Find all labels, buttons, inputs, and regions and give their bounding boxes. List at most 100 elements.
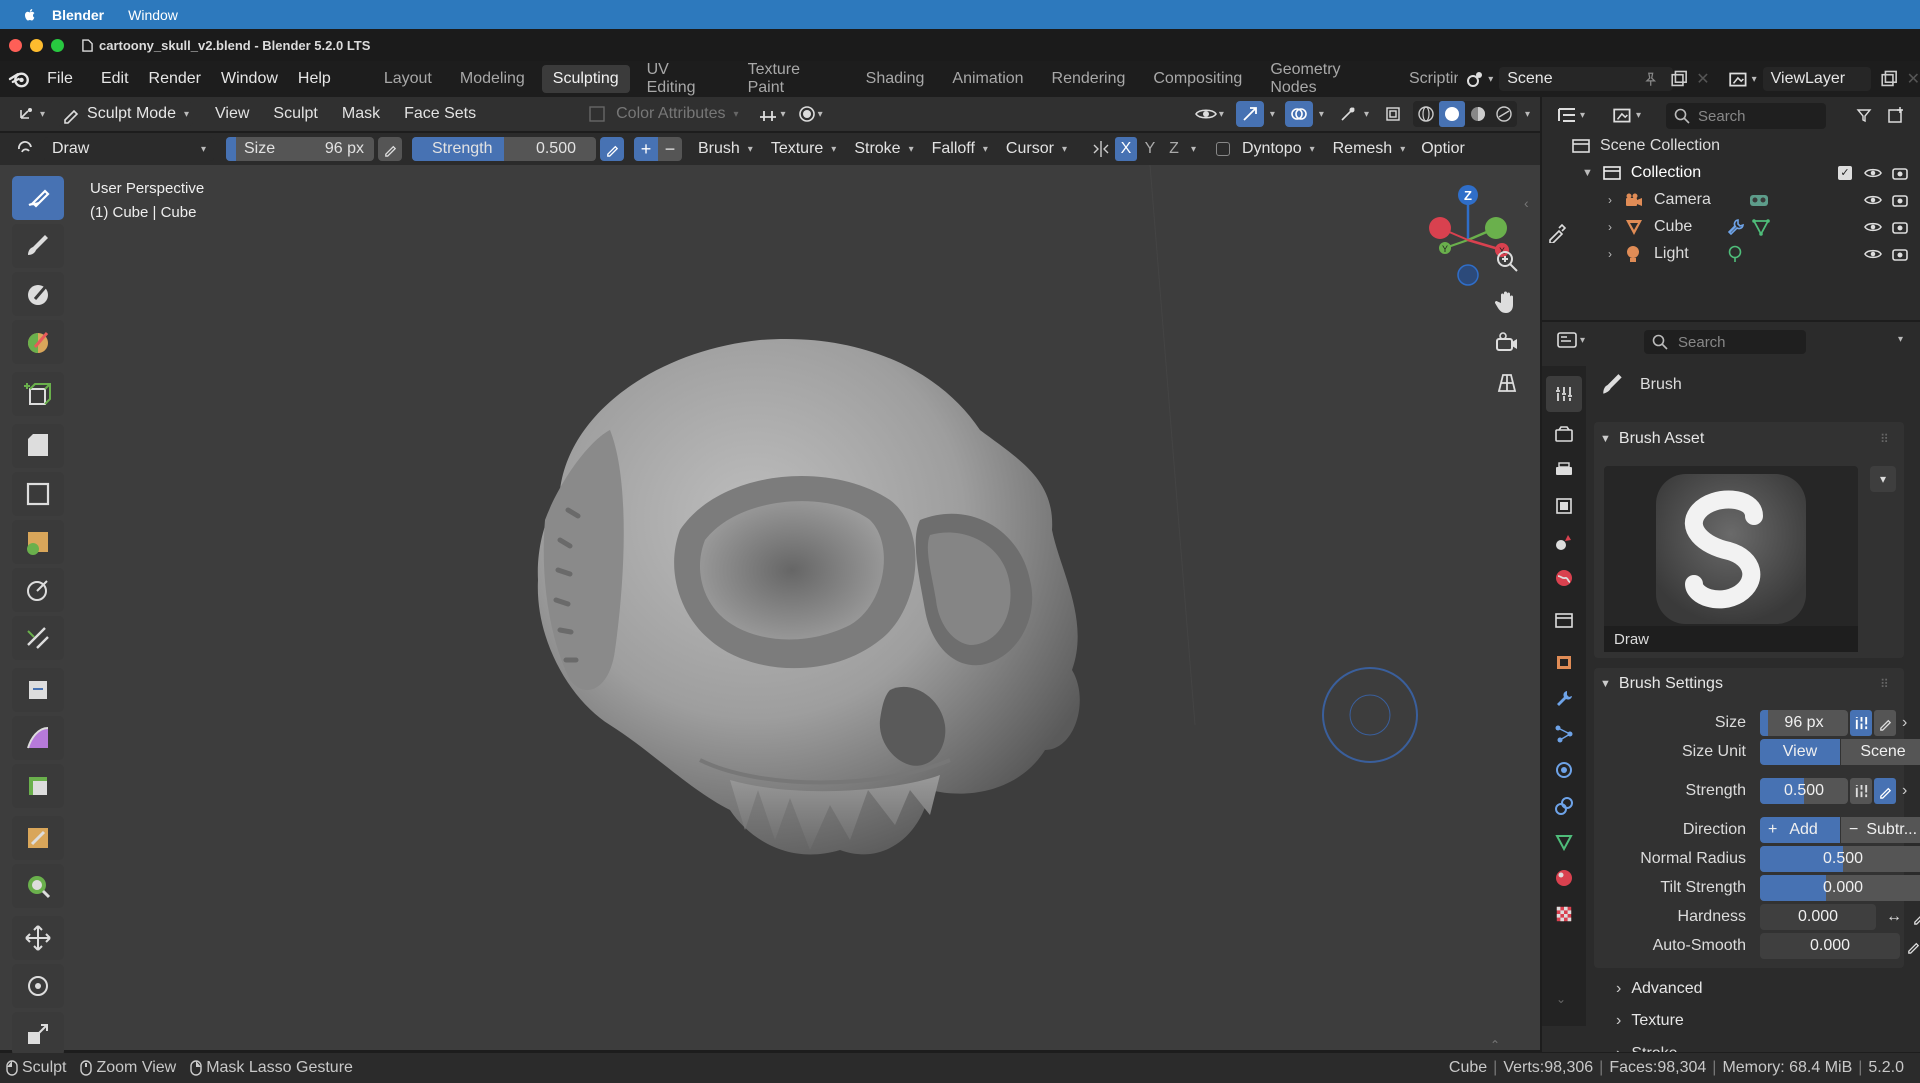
proportional-dropdown[interactable]: ▾: [792, 105, 829, 123]
strength-pressure-toggle[interactable]: [600, 137, 624, 161]
outliner-search-input[interactable]: Search: [1666, 103, 1826, 129]
color-attributes-dropdown[interactable]: Color Attributes ▾: [576, 105, 750, 123]
mode-selector[interactable]: Sculpt Mode ▾: [57, 102, 193, 126]
tool-move[interactable]: [12, 916, 64, 960]
strength-slider[interactable]: Strength 0.500: [412, 137, 596, 161]
menu-sculpt[interactable]: Sculpt: [261, 105, 329, 123]
menu-view[interactable]: View: [203, 105, 261, 123]
tab-constraints[interactable]: [1546, 788, 1582, 824]
render-camera-icon[interactable]: [1892, 192, 1908, 208]
shading-dropdown[interactable]: ▾: [1525, 109, 1530, 120]
tab-rendering[interactable]: Rendering: [1041, 65, 1137, 93]
close-window-button[interactable]: [9, 38, 22, 52]
normal-radius-field[interactable]: 0.500: [1760, 846, 1920, 872]
camera-view-icon[interactable]: [1494, 330, 1520, 356]
tool-cloth-filter[interactable]: [12, 716, 64, 760]
tool-line-project[interactable]: [12, 616, 64, 660]
hardness-invert-icon[interactable]: ↔: [1882, 908, 1906, 926]
size-pressure-button[interactable]: [1850, 710, 1872, 736]
pin-icon[interactable]: [1643, 71, 1658, 87]
outliner-item-camera[interactable]: › Camera: [1542, 186, 1920, 213]
properties-options-dropdown[interactable]: ▾: [1898, 334, 1903, 345]
camera-expand-icon[interactable]: ›: [1608, 193, 1612, 207]
brush-asset-header[interactable]: ▼ Brush Asset ⠿: [1598, 425, 1898, 453]
tool-mask[interactable]: [12, 272, 64, 316]
auto-smooth-pen-button[interactable]: [1902, 933, 1920, 959]
tab-geometry-nodes[interactable]: Geometry Nodes: [1259, 56, 1398, 102]
dyntopo-checkbox[interactable]: [1216, 142, 1230, 156]
size-unit-view-button[interactable]: View: [1760, 739, 1840, 765]
tool-mesh-filter-2[interactable]: [12, 668, 64, 712]
size-slider[interactable]: Size 96 px: [226, 137, 374, 161]
menu-edit[interactable]: Edit: [91, 70, 139, 88]
tab-render[interactable]: [1546, 416, 1582, 452]
tab-texture[interactable]: [1546, 896, 1582, 932]
zoom-icon[interactable]: [1494, 248, 1520, 274]
tool-draw[interactable]: [12, 176, 64, 220]
size-pen-button[interactable]: [1874, 710, 1896, 736]
xray-dropdown[interactable]: ▾: [1364, 109, 1369, 120]
stroke-menu[interactable]: Stroke ▾: [854, 140, 913, 158]
outliner-item-cube[interactable]: › Cube: [1542, 213, 1920, 240]
size-field[interactable]: 96 px: [1760, 710, 1848, 736]
menu-mask[interactable]: Mask: [330, 105, 392, 123]
sidebar-toggle-icon[interactable]: ‹: [1524, 195, 1529, 211]
auto-smooth-field[interactable]: 0.000: [1760, 933, 1900, 959]
tab-particles[interactable]: [1546, 716, 1582, 752]
texture-menu[interactable]: Texture ▾: [771, 140, 837, 158]
tab-scripting[interactable]: Scriptin: [1398, 65, 1458, 93]
size-pressure-toggle[interactable]: [378, 137, 402, 161]
tab-tool[interactable]: [1546, 376, 1582, 412]
render-camera-icon[interactable]: [1892, 246, 1908, 262]
tabs-scroll-down-icon[interactable]: ⌄: [1556, 992, 1566, 1006]
hardness-pen-button[interactable]: [1908, 904, 1920, 930]
xray-toggle[interactable]: [1334, 105, 1362, 123]
tool-face-set[interactable]: [12, 320, 64, 364]
tab-texture-paint[interactable]: Texture Paint: [737, 56, 849, 102]
panel-drag-handle-icon[interactable]: ⠿: [1880, 432, 1889, 446]
blender-logo-icon[interactable]: [8, 69, 31, 89]
new-collection-button[interactable]: [1886, 105, 1906, 129]
strength-expand-icon[interactable]: ›: [1902, 782, 1907, 800]
shading-material-button[interactable]: [1465, 101, 1491, 127]
tab-layout[interactable]: Layout: [373, 65, 443, 93]
stroke-subpanel[interactable]: ›Stroke: [1616, 1040, 1678, 1052]
apple-icon[interactable]: [22, 7, 38, 23]
tab-scene[interactable]: [1546, 524, 1582, 560]
collection-row[interactable]: ▼ Collection ✓: [1542, 159, 1920, 186]
tab-animation[interactable]: Animation: [941, 65, 1034, 93]
tab-modifiers[interactable]: [1546, 680, 1582, 716]
minimize-window-button[interactable]: [30, 38, 43, 52]
asset-shelf-toggle-icon[interactable]: ⌃: [1490, 1038, 1500, 1052]
visibility-dropdown[interactable]: ▾: [1189, 106, 1230, 122]
tilt-strength-field[interactable]: 0.000: [1760, 875, 1920, 901]
zoom-window-button[interactable]: [51, 38, 64, 52]
tool-scale[interactable]: [12, 1012, 64, 1056]
advanced-subpanel[interactable]: › Advanced: [1616, 975, 1916, 1003]
tab-data[interactable]: [1546, 824, 1582, 860]
gizmo-toggle[interactable]: [1235, 101, 1264, 127]
tool-color-filter[interactable]: [12, 764, 64, 808]
light-expand-icon[interactable]: ›: [1608, 247, 1612, 261]
brush-menu[interactable]: Brush ▾: [698, 140, 753, 158]
scene-selector[interactable]: ▾: [1464, 69, 1493, 89]
strength-field[interactable]: 0.500: [1760, 778, 1848, 804]
symmetry-z-toggle[interactable]: Z: [1163, 137, 1185, 161]
delete-view-layer-icon[interactable]: ✕: [1907, 69, 1920, 89]
size-unit-scene-button[interactable]: Scene: [1841, 739, 1920, 765]
tab-sculpting[interactable]: Sculpting: [541, 65, 630, 93]
properties-editor-type[interactable]: ▾: [1556, 330, 1585, 350]
properties-search-input[interactable]: Search: [1644, 330, 1806, 354]
tab-compositing[interactable]: Compositing: [1142, 65, 1253, 93]
filter-dropdown[interactable]: [1856, 107, 1872, 127]
gizmo-z-axis-negative[interactable]: [1457, 264, 1479, 286]
tool-edit-face-set[interactable]: [12, 816, 64, 860]
gizmo-x-axis-negative[interactable]: [1429, 217, 1451, 239]
menu-help[interactable]: Help: [288, 70, 341, 88]
remesh-menu[interactable]: Remesh ▾: [1333, 140, 1406, 158]
falloff-menu[interactable]: Falloff ▾: [932, 140, 988, 158]
mac-app-menu[interactable]: Blender: [52, 7, 104, 23]
eye-icon[interactable]: [1864, 193, 1882, 207]
shading-rendered-button[interactable]: [1491, 101, 1517, 127]
render-camera-icon[interactable]: [1892, 165, 1908, 181]
